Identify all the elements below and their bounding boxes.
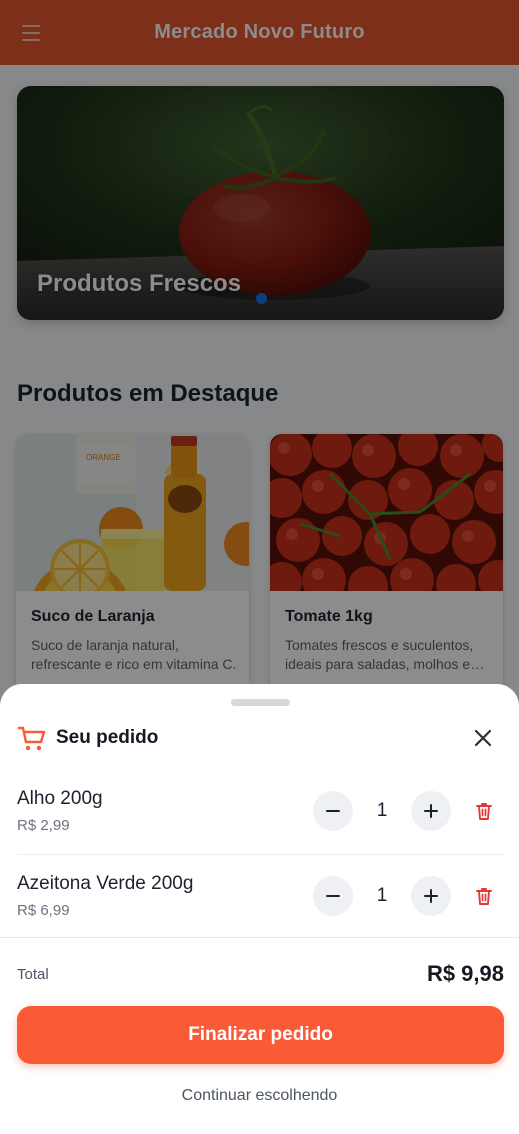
continue-shopping-link[interactable]: Continuar escolhendo	[0, 1087, 519, 1105]
shopping-cart-icon	[17, 726, 46, 751]
total-value: R$ 9,98	[426, 961, 504, 986]
footer-divider	[0, 937, 519, 938]
cart-header: Seu pedido	[17, 724, 158, 752]
minus-icon	[326, 895, 340, 897]
close-icon[interactable]	[472, 727, 494, 749]
cart-item: Alho 200g R$ 2,99 1	[0, 770, 519, 854]
increase-quantity-button[interactable]	[411, 876, 451, 916]
checkout-button[interactable]: Finalizar pedido	[17, 1006, 504, 1064]
plus-icon	[424, 804, 438, 818]
decrease-quantity-button[interactable]	[313, 876, 353, 916]
trash-icon[interactable]	[473, 885, 495, 907]
cart-item-quantity: 1	[376, 885, 388, 906]
cart-bottom-sheet: Seu pedido Alho 200g R$ 2,99 1 Azeitona …	[0, 684, 519, 1134]
increase-quantity-button[interactable]	[411, 791, 451, 831]
sheet-drag-handle[interactable]	[231, 699, 290, 706]
cart-title: Seu pedido	[56, 727, 159, 748]
plus-icon	[424, 889, 438, 903]
trash-icon[interactable]	[473, 800, 495, 822]
total-label: Total	[17, 966, 49, 983]
cart-item-price: R$ 6,99	[17, 902, 70, 919]
cart-item-name: Azeitona Verde 200g	[17, 873, 194, 894]
cart-item-quantity: 1	[376, 800, 388, 821]
cart-item-name: Alho 200g	[17, 788, 103, 809]
minus-icon	[326, 810, 340, 812]
cart-item-price: R$ 2,99	[17, 817, 70, 834]
decrease-quantity-button[interactable]	[313, 791, 353, 831]
cart-item: Azeitona Verde 200g R$ 6,99 1	[0, 855, 519, 939]
